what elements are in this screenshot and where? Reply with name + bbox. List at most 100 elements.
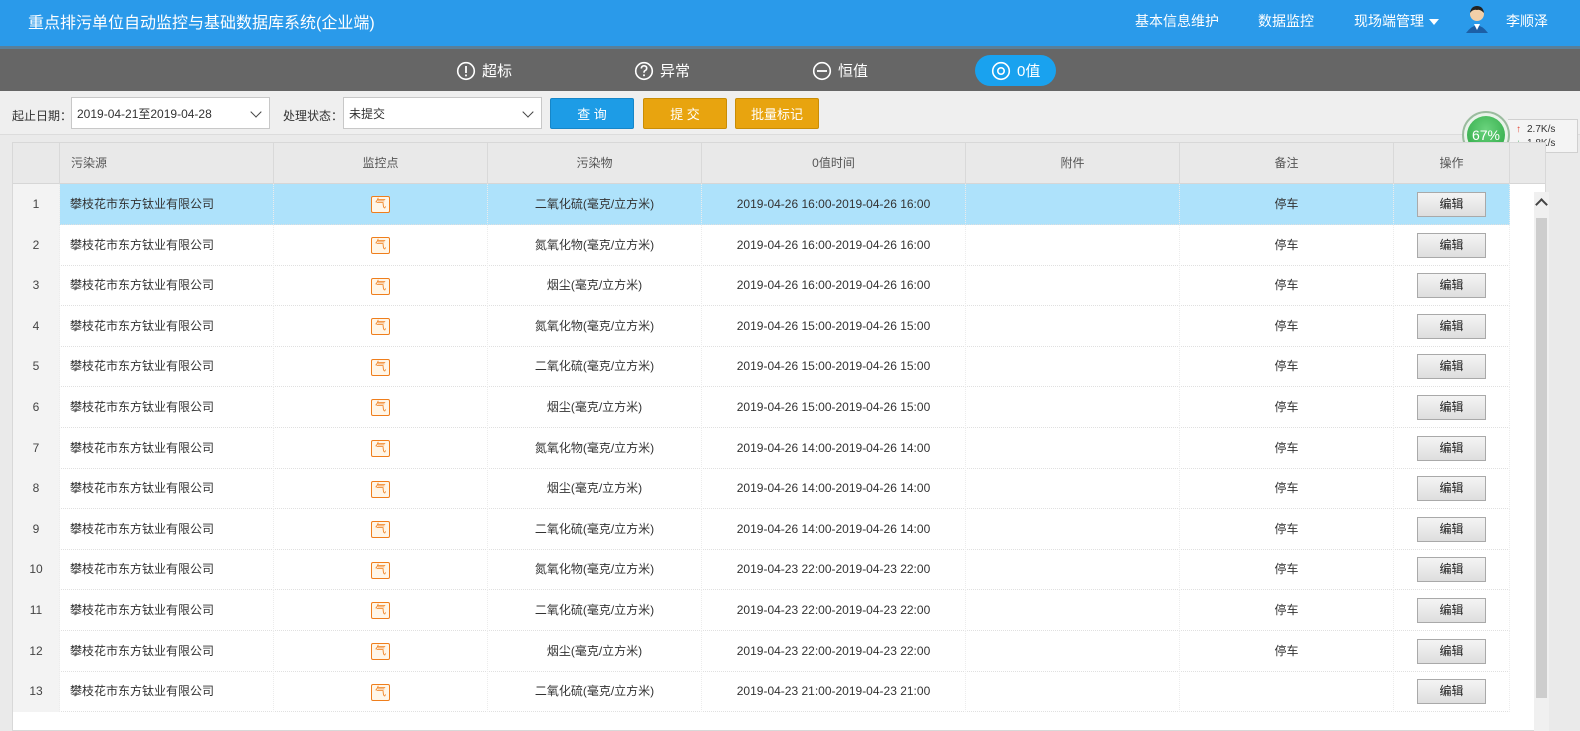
chevron-up-icon[interactable] [1535,198,1548,211]
gas-station-icon[interactable]: 气 [371,642,390,660]
row-index-cell: 10 [13,549,60,591]
action-cell: 编辑 [1394,224,1510,266]
chevron-down-icon [250,106,262,118]
gas-station-icon[interactable]: 气 [371,521,390,539]
edit-button[interactable]: 编辑 [1417,192,1486,217]
gas-station-icon[interactable]: 气 [371,236,390,254]
table-row[interactable]: 6 攀枝花市东方钛业有限公司 气 烟尘(毫克/立方米) 2019-04-26 15:00… [13,387,1510,428]
attachment-cell [966,346,1180,388]
table-row[interactable]: 10 攀枝花市东方钛业有限公司 气 氮氧化物(毫克/立方米) 2019-04-23 22… [13,549,1510,591]
edit-button[interactable]: 编辑 [1417,273,1486,299]
remark-cell: 停车 [1180,184,1394,225]
zero-value-time-cell: 2019-04-26 16:00-2019-04-26 16:00 [702,265,966,307]
action-cell: 编辑 [1394,590,1510,631]
attachment-cell [966,508,1180,550]
action-cell: 编辑 [1394,427,1510,469]
scrollbar-thumb[interactable] [1536,218,1547,698]
table-row[interactable]: 3 攀枝花市东方钛业有限公司 气 烟尘(毫克/立方米) 2019-04-26 16:00… [13,265,1510,307]
submit-button[interactable]: 提 交 [643,98,727,129]
monitor-point-cell: 气 [274,590,488,631]
edit-button[interactable]: 编辑 [1417,638,1486,664]
alarm-tab-bar: 超标 异常 恒值 0值 [0,49,1580,91]
edit-button[interactable]: 编辑 [1417,232,1486,258]
attachment-cell [966,387,1180,428]
action-cell: 编辑 [1394,184,1510,225]
batch-mark-button[interactable]: 批量标记 [735,98,819,129]
gas-station-icon[interactable]: 气 [371,561,390,579]
monitor-point-cell: 气 [274,671,488,713]
avatar-icon[interactable] [1462,3,1492,33]
zero-value-time-cell: 2019-04-26 15:00-2019-04-26 15:00 [702,346,966,388]
row-index-cell: 8 [13,468,60,510]
date-range-select[interactable]: 2019-04-21至2019-04-28 [71,97,270,129]
remark-cell: 停车 [1180,549,1394,591]
action-cell: 编辑 [1394,346,1510,388]
query-button[interactable]: 查 询 [550,98,634,129]
table-row[interactable]: 1 攀枝花市东方钛业有限公司 气 二氧化硫(毫克/立方米) 2019-04-26 16:… [13,184,1510,225]
zero-value-table: 污染源 监控点 污染物 0值时间 附件 备注 操作 1 攀枝花市东方钛业有限公司气… [12,142,1546,731]
chevron-down-icon [522,106,534,118]
gas-station-icon[interactable]: 气 [371,480,390,498]
remark-cell: 停车 [1180,346,1394,388]
table-row[interactable]: 9 攀枝花市东方钛业有限公司 气 二氧化硫(毫克/立方米) 2019-04-26 14:… [13,508,1510,550]
edit-button[interactable]: 编辑 [1417,435,1486,461]
nav-data-monitor[interactable]: 数据监控 [1258,11,1314,31]
attachment-cell [966,549,1180,591]
monitor-point-cell: 气 [274,305,488,347]
status-select[interactable]: 未提交 [343,97,542,129]
gas-station-icon[interactable]: 气 [371,358,390,376]
action-cell: 编辑 [1394,630,1510,672]
table-row[interactable]: 5 攀枝花市东方钛业有限公司 气 二氧化硫(毫克/立方米) 2019-04-26 15:… [13,346,1510,388]
gas-station-icon[interactable]: 气 [371,318,390,336]
edit-button[interactable]: 编辑 [1417,395,1486,420]
status-label: 处理状态： [283,109,344,123]
zero-value-time-cell: 2019-04-26 16:00-2019-04-26 16:00 [702,184,966,225]
pollutant-cell: 氮氧化物(毫克/立方米) [488,305,702,347]
edit-button[interactable]: 编辑 [1417,313,1486,339]
gas-station-icon[interactable]: 气 [371,196,390,214]
user-name[interactable]: 李顺泽 [1506,11,1548,31]
edit-button[interactable]: 编辑 [1417,598,1486,623]
action-cell: 编辑 [1394,671,1510,713]
nav-basic-info[interactable]: 基本信息维护 [1135,11,1219,31]
nav-site-management[interactable]: 现场端管理 [1354,11,1439,31]
edit-button[interactable]: 编辑 [1417,679,1486,705]
gas-station-icon[interactable]: 气 [371,602,390,620]
tab-constant[interactable]: 恒值 [812,55,868,86]
gas-station-icon[interactable]: 气 [371,683,390,701]
table-row[interactable]: 8 攀枝花市东方钛业有限公司 气 烟尘(毫克/立方米) 2019-04-26 14:00… [13,468,1510,510]
tab-zero-label: 0值 [1017,63,1041,80]
table-row[interactable]: 4 攀枝花市东方钛业有限公司 气 氮氧化物(毫克/立方米) 2019-04-26 15:… [13,305,1510,347]
minus-icon [812,61,832,80]
tab-abnormal[interactable]: 异常 [634,55,690,86]
table-row[interactable]: 11 攀枝花市东方钛业有限公司 气 二氧化硫(毫克/立方米) 2019-04-23 22… [13,590,1510,631]
attachment-cell [966,630,1180,672]
pollution-source-cell: 攀枝花市东方钛业有限公司 [60,224,274,266]
remark-cell: 停车 [1180,590,1394,631]
chevron-down-icon [1429,19,1439,26]
pollution-source-cell: 攀枝花市东方钛业有限公司 [60,265,274,307]
gas-station-icon[interactable]: 气 [371,277,390,295]
edit-button[interactable]: 编辑 [1417,354,1486,380]
pollution-source-cell: 攀枝花市东方钛业有限公司 [60,549,274,591]
zero-value-time-cell: 2019-04-23 22:00-2019-04-23 22:00 [702,590,966,631]
gas-station-icon[interactable]: 气 [371,439,390,457]
edit-button[interactable]: 编辑 [1417,516,1486,542]
table-row[interactable]: 13 攀枝花市东方钛业有限公司 气 二氧化硫(毫克/立方米) 2019-04-23 21… [13,671,1510,713]
edit-button[interactable]: 编辑 [1417,476,1486,502]
vertical-scrollbar[interactable] [1534,192,1549,731]
action-cell: 编辑 [1394,508,1510,550]
header-monitor-point: 监控点 [274,143,488,184]
table-row[interactable]: 12 攀枝花市东方钛业有限公司 气 烟尘(毫克/立方米) 2019-04-23 22:0… [13,630,1510,672]
tab-constant-label: 恒值 [838,63,869,80]
table-row[interactable]: 7 攀枝花市东方钛业有限公司 气 氮氧化物(毫克/立方米) 2019-04-26 14:… [13,427,1510,469]
remark-cell: 停车 [1180,468,1394,510]
edit-button[interactable]: 编辑 [1417,557,1486,583]
gas-station-icon[interactable]: 气 [371,399,390,417]
tab-exceed[interactable]: 超标 [456,55,512,86]
table-row[interactable]: 2 攀枝花市东方钛业有限公司 气 氮氧化物(毫克/立方米) 2019-04-26 16:… [13,224,1510,266]
pollutant-cell: 烟尘(毫克/立方米) [488,630,702,672]
tab-zero[interactable]: 0值 [975,55,1057,86]
pollutant-cell: 氮氧化物(毫克/立方米) [488,427,702,469]
row-index-cell: 4 [13,305,60,347]
